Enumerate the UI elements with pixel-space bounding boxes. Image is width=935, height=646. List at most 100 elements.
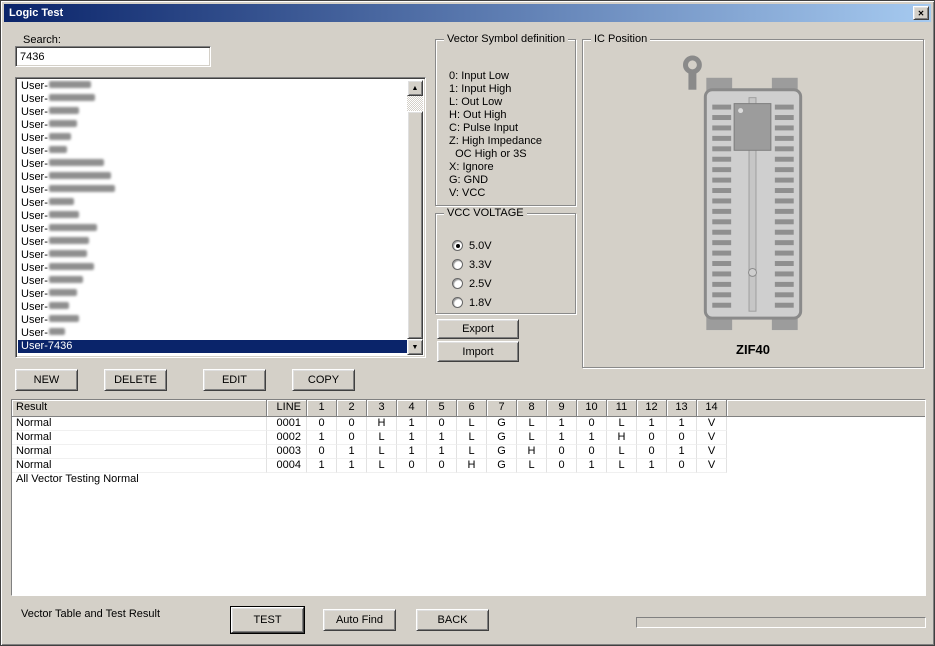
list-item[interactable]: User- [18,80,407,93]
column-header[interactable]: 8 [517,400,547,417]
column-header[interactable]: 6 [457,400,487,417]
table-cell: 0 [577,445,607,459]
close-button[interactable]: ✕ [913,6,929,20]
column-header[interactable]: 1 [307,400,337,417]
column-header[interactable]: LINE [267,400,307,417]
table-cell: 0 [337,417,367,431]
scrollbar-thumb[interactable] [407,111,423,339]
list-item-prefix: User- [21,197,48,209]
list-item-prefix: User- [21,314,48,326]
table-cell: L [367,431,397,445]
auto-find-button[interactable]: Auto Find [323,609,396,631]
export-button[interactable]: Export [437,319,519,339]
redacted-text [49,107,79,114]
table-row[interactable]: Normal000301L11LGH00L01V [12,445,925,459]
table-cell: 0 [667,431,697,445]
arrow-down-icon: ▼ [412,344,419,351]
list-item[interactable]: User- [18,223,407,236]
redacted-text [49,237,89,244]
list-item[interactable]: User- [18,93,407,106]
vector-symbol-line: 1: Input High [449,83,542,96]
list-item[interactable]: User- [18,210,407,223]
column-header[interactable]: 2 [337,400,367,417]
vcc-voltage-group-title: VCC VOLTAGE [444,207,527,220]
list-item[interactable]: User- [18,184,407,197]
table-body: Normal000100H10LGL10L11VNormal000210L11L… [12,417,925,473]
vcc-radio-2.5V[interactable]: 2.5V [452,274,492,293]
window-title: Logic Test [9,7,63,19]
radio-label: 1.8V [469,297,492,309]
new-button[interactable]: NEW [15,369,78,391]
copy-button[interactable]: COPY [292,369,355,391]
list-item[interactable]: User- [18,288,407,301]
search-input[interactable] [15,46,211,67]
table-cell: G [487,459,517,473]
list-item-selected[interactable]: User-7436 [18,340,407,353]
vcc-radio-5.0V[interactable]: 5.0V [452,236,492,255]
list-item-prefix: User- [21,119,48,131]
list-item[interactable]: User- [18,327,407,340]
close-icon: ✕ [918,9,925,18]
redacted-text [49,289,77,296]
list-item[interactable]: User- [18,236,407,249]
table-cell: V [697,459,727,473]
list-item[interactable]: User- [18,262,407,275]
result-table: ResultLINE1234567891011121314 Normal0001… [11,399,926,596]
list-item-prefix: User- [21,249,48,261]
column-header[interactable]: Result [12,400,267,417]
list-item[interactable]: User- [18,171,407,184]
list-item[interactable]: User- [18,145,407,158]
list-item[interactable]: User- [18,119,407,132]
table-cell: L [457,445,487,459]
preset-list[interactable]: User-User-User-User-User-User-User-User-… [15,77,426,358]
list-item[interactable]: User- [18,132,407,145]
redacted-text [49,198,74,205]
socket-area: ZIF40 [591,48,915,363]
scroll-up-button[interactable]: ▲ [407,80,423,96]
table-cell: L [367,445,397,459]
column-header[interactable]: 7 [487,400,517,417]
back-button[interactable]: BACK [416,609,489,631]
table-cell: H [607,431,637,445]
redacted-text [49,146,67,153]
list-scrollbar[interactable]: ▲ ▼ [407,80,423,355]
column-header[interactable]: 14 [697,400,727,417]
test-button[interactable]: TEST [231,607,304,633]
scroll-down-button[interactable]: ▼ [407,339,423,355]
table-cell: 0 [337,431,367,445]
radio-label: 5.0V [469,240,492,252]
list-item[interactable]: User- [18,301,407,314]
column-header[interactable]: 11 [607,400,637,417]
list-item-prefix: User- [21,223,48,235]
list-item[interactable]: User- [18,158,407,171]
list-item[interactable]: User- [18,275,407,288]
vcc-radio-3.3V[interactable]: 3.3V [452,255,492,274]
list-item[interactable]: User- [18,314,407,327]
edit-button[interactable]: EDIT [203,369,266,391]
import-button[interactable]: Import [437,341,519,362]
column-header[interactable]: 3 [367,400,397,417]
ic-position-group-title: IC Position [591,33,650,46]
ic-chip [734,104,771,151]
table-cell: 0 [427,417,457,431]
column-header[interactable]: 10 [577,400,607,417]
delete-button[interactable]: DELETE [104,369,167,391]
column-header[interactable]: 5 [427,400,457,417]
socket-label: ZIF40 [736,342,770,357]
table-cell: Normal [12,459,267,473]
table-cell: 0 [427,459,457,473]
column-header[interactable]: 9 [547,400,577,417]
list-item[interactable]: User- [18,197,407,210]
list-item-prefix: User- [21,158,48,170]
table-row[interactable]: Normal000210L11LGL11H00V [12,431,925,445]
vcc-radio-1.8V[interactable]: 1.8V [452,293,492,312]
column-header[interactable]: 12 [637,400,667,417]
table-cell: V [697,431,727,445]
column-header[interactable]: 4 [397,400,427,417]
table-row[interactable]: Normal000411L00HGL01L10V [12,459,925,473]
footer-label: Vector Table and Test Result [21,608,160,620]
list-item[interactable]: User- [18,106,407,119]
list-item[interactable]: User- [18,249,407,262]
table-row[interactable]: Normal000100H10LGL10L11V [12,417,925,431]
column-header[interactable]: 13 [667,400,697,417]
